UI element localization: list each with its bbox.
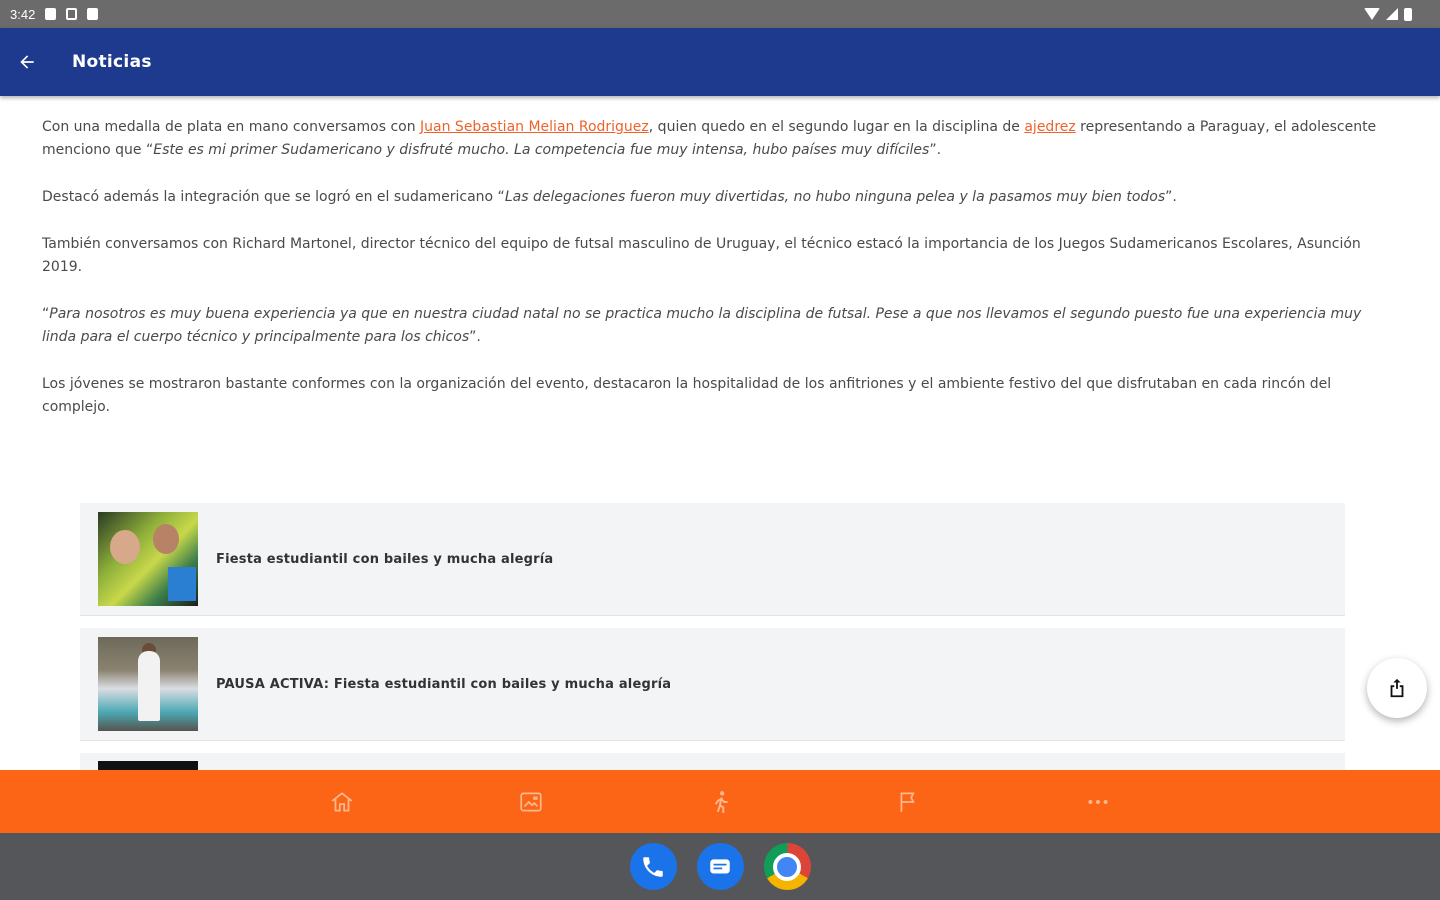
gallery-icon xyxy=(520,791,542,812)
chrome-app-button[interactable] xyxy=(763,843,811,890)
related-news-list: Fiesta estudiantil con bailes y mucha al… xyxy=(80,503,1345,786)
paragraph-text: ”. xyxy=(1165,189,1177,205)
article-paragraph-5: Los jóvenes se mostraron bastante confor… xyxy=(42,376,1332,415)
phone-app-button[interactable] xyxy=(629,843,677,890)
related-news-card[interactable]: Fiesta estudiantil con bailes y mucha al… xyxy=(80,503,1345,616)
status-left: 3:42 xyxy=(0,6,99,22)
share-icon xyxy=(1390,678,1404,698)
discipline-link[interactable]: ajedrez xyxy=(1024,119,1075,135)
notification-icon xyxy=(45,8,57,20)
article-body: Con una medalla de plata en mano convers… xyxy=(42,116,1398,443)
chrome-icon xyxy=(773,852,801,881)
quote-text: Para nosotros es muy buena experiencia y… xyxy=(42,306,1362,345)
paragraph-text: , quien quedo en el segundo lugar en la … xyxy=(648,119,1025,135)
arrow-back-icon xyxy=(20,55,34,69)
wifi-icon xyxy=(1364,8,1380,20)
news-thumbnail xyxy=(98,637,198,731)
home-icon xyxy=(331,791,353,812)
nav-more[interactable] xyxy=(1004,770,1193,833)
nav-home[interactable] xyxy=(248,770,437,833)
runner-icon xyxy=(714,790,728,813)
nav-sports[interactable] xyxy=(626,770,815,833)
back-button[interactable] xyxy=(0,35,54,89)
related-news-card[interactable]: PAUSA ACTIVA: Fiesta estudiantil con bai… xyxy=(80,628,1345,741)
page-title: Noticias xyxy=(72,52,152,72)
bottom-navigation xyxy=(0,770,1440,833)
thumbnail-figure xyxy=(138,651,160,721)
athlete-link[interactable]: Juan Sebastian Melian Rodriguez xyxy=(420,119,649,135)
article-paragraph-1: Con una medalla de plata en mano convers… xyxy=(42,116,1398,162)
quote-text: Las delegaciones fueron muy divertidas, … xyxy=(504,189,1166,205)
paragraph-text: Destacó además la integración que se log… xyxy=(42,189,505,205)
more-icon xyxy=(1088,799,1108,804)
nav-countries[interactable] xyxy=(815,770,1004,833)
news-thumbnail xyxy=(98,512,198,606)
paragraph-text: ”. xyxy=(929,142,942,158)
phone-icon xyxy=(643,856,663,877)
quote-text: Este es mi primer Sudamericano y disfrut… xyxy=(153,142,930,158)
article-paragraph-2: Destacó además la integración que se log… xyxy=(42,186,1398,209)
news-card-title: Fiesta estudiantil con bailes y mucha al… xyxy=(216,551,554,567)
flag-icon xyxy=(900,791,915,812)
news-card-title: PAUSA ACTIVA: Fiesta estudiantil con bai… xyxy=(216,676,672,692)
share-button[interactable] xyxy=(1367,658,1427,718)
status-bar: 3:42 xyxy=(0,0,1440,28)
sim-icon xyxy=(66,8,78,20)
sd-card-icon xyxy=(87,8,99,20)
thumbnail-figure xyxy=(153,524,179,554)
system-dock xyxy=(0,833,1440,900)
status-time: 3:42 xyxy=(10,6,36,22)
cell-signal-icon xyxy=(1386,8,1398,20)
messages-app-button[interactable] xyxy=(696,843,744,890)
app-bar: Noticias xyxy=(0,28,1440,96)
battery-icon xyxy=(1404,7,1412,21)
paragraph-text: ”. xyxy=(469,329,481,345)
thumbnail-figure xyxy=(168,567,196,601)
article-paragraph-4: “Para nosotros es muy buena experiencia … xyxy=(42,303,1398,349)
article-paragraph-3: También conversamos con Richard Martonel… xyxy=(42,236,1361,275)
messages-icon xyxy=(710,858,730,873)
paragraph-text: Con una medalla de plata en mano convers… xyxy=(42,119,421,135)
nav-gallery[interactable] xyxy=(437,770,626,833)
status-right xyxy=(1364,7,1440,21)
thumbnail-figure xyxy=(110,530,140,564)
